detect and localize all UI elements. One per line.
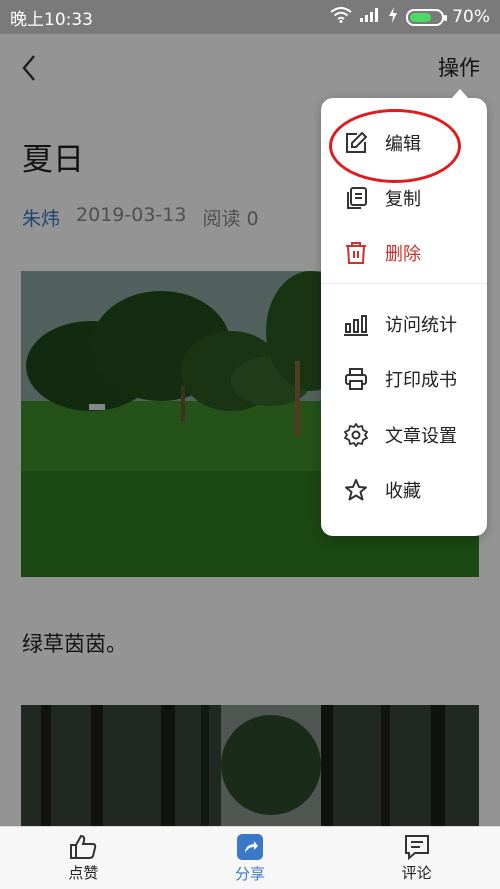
- menu-item-visit-stats[interactable]: 访问统计: [321, 300, 487, 348]
- menu-item-copy[interactable]: 复制: [321, 174, 487, 222]
- edit-icon: [343, 130, 369, 156]
- status-icons: 70%: [330, 6, 490, 28]
- star-icon: [343, 477, 369, 503]
- like-label: 点赞: [68, 863, 99, 882]
- menu-item-label: 打印成书: [385, 370, 457, 391]
- menu-divider: [321, 283, 487, 284]
- menu-item-print-book[interactable]: 打印成书: [321, 355, 487, 403]
- battery-icon: [406, 8, 448, 26]
- bottom-action-bar: 点赞 分享 评论: [0, 826, 500, 889]
- menu-item-delete[interactable]: 删除: [321, 229, 487, 277]
- operations-menu: 编辑 复制 删除 访问统计 打印成书 文章设置 收藏: [321, 89, 487, 536]
- battery-percent: 70%: [452, 7, 490, 27]
- status-bar: 晚上10:33 70%: [0, 0, 500, 34]
- status-time: 晚上10:33: [10, 9, 93, 30]
- menu-item-label: 访问统计: [385, 315, 457, 336]
- menu-item-favorite[interactable]: 收藏: [321, 466, 487, 514]
- wifi-icon: [330, 6, 352, 28]
- printer-icon: [343, 366, 369, 392]
- menu-item-label: 删除: [385, 244, 421, 265]
- menu-item-label: 收藏: [385, 481, 421, 502]
- bar-chart-icon: [343, 311, 369, 337]
- menu-item-label: 复制: [385, 189, 421, 210]
- copy-icon: [343, 185, 369, 211]
- share-icon: [237, 833, 263, 860]
- charging-icon: [388, 6, 398, 28]
- share-button[interactable]: 分享: [167, 827, 334, 889]
- thumbs-up-icon: [70, 834, 97, 859]
- trash-icon: [343, 240, 369, 266]
- comment-label: 评论: [401, 863, 432, 882]
- menu-item-edit[interactable]: 编辑: [321, 119, 487, 167]
- signal-icon: [360, 7, 380, 27]
- menu-item-label: 编辑: [385, 134, 421, 155]
- like-button[interactable]: 点赞: [0, 827, 167, 889]
- comment-icon: [404, 834, 429, 860]
- gear-icon: [343, 422, 369, 448]
- menu-item-label: 文章设置: [385, 426, 457, 447]
- menu-item-article-settings[interactable]: 文章设置: [321, 411, 487, 459]
- share-label: 分享: [235, 864, 266, 883]
- comment-button[interactable]: 评论: [333, 827, 500, 889]
